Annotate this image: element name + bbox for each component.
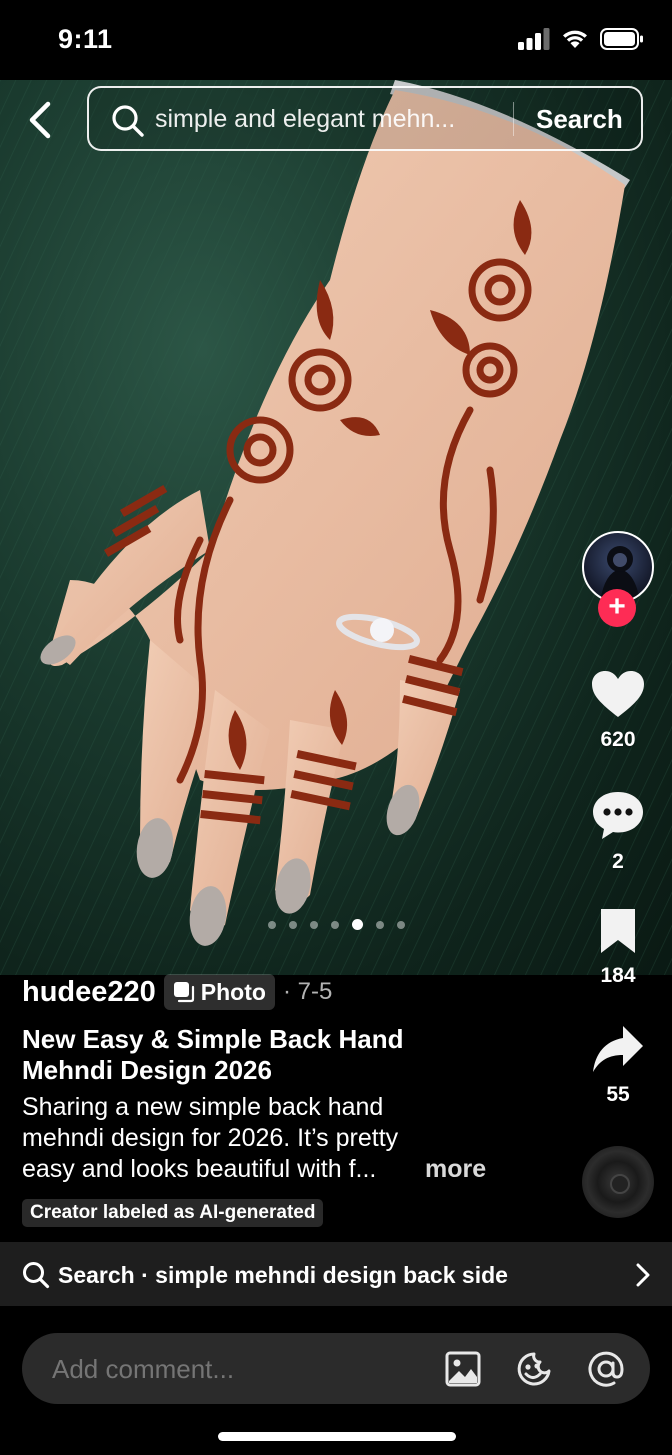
related-search-label: Search · simple mehndi design back side bbox=[58, 1262, 508, 1288]
pagination-dot bbox=[267, 921, 276, 929]
pagination-dot bbox=[309, 921, 318, 929]
at-icon[interactable] bbox=[587, 1350, 625, 1388]
wifi-icon bbox=[563, 30, 587, 48]
related-search-bar[interactable]: Search · simple mehndi design back side bbox=[0, 1242, 672, 1306]
status-time: 9:11 bbox=[58, 24, 113, 54]
status-icons bbox=[518, 28, 644, 50]
caption-text: Sharing a new simple back hand mehndi de… bbox=[22, 1093, 399, 1183]
mehndi-hand-photo bbox=[0, 80, 672, 975]
follow-button[interactable]: + bbox=[598, 589, 636, 627]
comment-bubble-icon bbox=[593, 792, 643, 839]
author-row: hudee220 Photo · 7-5 bbox=[22, 972, 332, 1012]
search-icon bbox=[112, 105, 144, 137]
bookmark-icon bbox=[601, 909, 635, 953]
pagination-dot bbox=[396, 921, 405, 929]
save-count: 184 bbox=[600, 964, 636, 987]
cellular-signal-icon bbox=[518, 28, 550, 50]
ai-generated-label: Creator labeled as AI-generated bbox=[22, 1199, 324, 1227]
heart-icon bbox=[592, 671, 644, 717]
status-bar: 9:11 bbox=[0, 0, 672, 80]
home-indicator[interactable] bbox=[218, 1432, 456, 1441]
photo-type-badge: Photo bbox=[163, 974, 275, 1010]
post-date: · 7-5 bbox=[282, 978, 333, 1005]
share-count: 55 bbox=[606, 1083, 630, 1106]
photo-badge-label: Photo bbox=[200, 978, 266, 1005]
battery-icon bbox=[600, 28, 643, 50]
share-arrow-icon bbox=[593, 1026, 643, 1072]
pagination-dot-active bbox=[351, 919, 363, 930]
like-count: 620 bbox=[600, 728, 636, 751]
caption-title: New Easy & Simple Back Hand Mehndi Desig… bbox=[22, 1024, 404, 1085]
image-icon[interactable] bbox=[444, 1350, 482, 1388]
search-icon bbox=[23, 1262, 50, 1289]
chevron-right-icon bbox=[636, 1263, 650, 1287]
pagination-dot bbox=[330, 921, 339, 929]
search-divider bbox=[513, 102, 514, 136]
comment-count: 2 bbox=[612, 850, 624, 873]
search-button[interactable]: Search bbox=[536, 104, 623, 135]
caption-body[interactable]: Sharing a new simple back hand mehndi de… bbox=[22, 1092, 502, 1185]
pagination-dot bbox=[288, 921, 297, 929]
photo-stack-icon bbox=[173, 982, 194, 1003]
search-bar[interactable]: simple and elegant mehn... Search bbox=[87, 86, 643, 151]
pagination-dot bbox=[375, 921, 384, 929]
search-query[interactable]: simple and elegant mehn... bbox=[155, 105, 455, 134]
save-button[interactable]: 184 bbox=[582, 907, 654, 988]
comment-bar bbox=[22, 1333, 650, 1404]
photo-pagination bbox=[0, 918, 672, 932]
share-button[interactable]: 55 bbox=[582, 1024, 654, 1107]
music-disc[interactable] bbox=[582, 1146, 654, 1218]
like-button[interactable]: 620 bbox=[582, 669, 654, 752]
comment-input[interactable] bbox=[52, 1354, 432, 1385]
back-chevron-icon[interactable] bbox=[22, 100, 58, 140]
caption-more-link[interactable]: more bbox=[425, 1154, 486, 1185]
comment-button[interactable]: 2 bbox=[582, 789, 654, 874]
username[interactable]: hudee220 bbox=[22, 976, 156, 1009]
emoji-icon[interactable] bbox=[515, 1350, 553, 1388]
post-photo[interactable] bbox=[0, 80, 672, 975]
